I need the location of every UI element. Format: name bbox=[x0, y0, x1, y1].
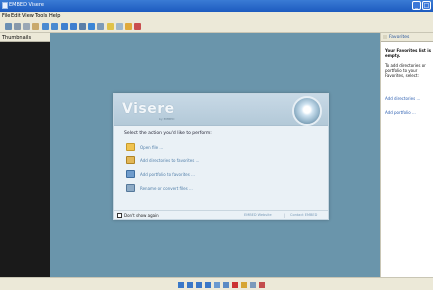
thumbnails-panel: Thumbnails bbox=[0, 33, 50, 277]
delete-icon[interactable] bbox=[232, 282, 238, 288]
play-icon[interactable] bbox=[196, 282, 202, 288]
rename-icon bbox=[126, 184, 135, 192]
add-directories-label: Add directories to favorites ... bbox=[140, 158, 200, 163]
title-bar: EMBED Visere _ □ bbox=[0, 0, 433, 12]
favorites-title: Favorites bbox=[389, 35, 410, 40]
bottom-toolbar bbox=[0, 277, 433, 290]
favorites-empty-body: To add directories or portfolio to your … bbox=[385, 63, 426, 78]
thumbnails-header: Thumbnails bbox=[0, 33, 50, 42]
menu-tools[interactable]: Tools bbox=[35, 13, 47, 19]
portfolio-icon bbox=[126, 170, 135, 178]
contact-link[interactable]: Contact EMBED bbox=[290, 213, 317, 217]
rotate-left-icon[interactable] bbox=[42, 23, 49, 30]
logo-subtitle: by EMBED bbox=[159, 117, 175, 121]
edit-icon[interactable] bbox=[79, 23, 86, 30]
visere-logo: Visere bbox=[122, 101, 175, 117]
export-icon[interactable] bbox=[259, 282, 265, 288]
settings-icon[interactable] bbox=[241, 282, 247, 288]
rotate-icon[interactable] bbox=[223, 282, 229, 288]
prev-icon[interactable] bbox=[187, 282, 193, 288]
menu-view[interactable]: View bbox=[22, 13, 34, 19]
rotate-right-icon[interactable] bbox=[51, 23, 58, 30]
action-prompt: Select the action you'd like to perform: bbox=[124, 131, 212, 136]
app-icon bbox=[2, 2, 8, 9]
fullscreen-icon[interactable] bbox=[97, 23, 104, 30]
dont-show-checkbox[interactable] bbox=[117, 213, 122, 218]
menu-help[interactable]: Help bbox=[49, 13, 60, 19]
copy-icon[interactable] bbox=[23, 23, 30, 30]
favorites-header: Favorites bbox=[381, 33, 433, 42]
menu-file[interactable]: File bbox=[2, 13, 10, 19]
add-directories-link[interactable]: Add directories ... bbox=[385, 96, 420, 101]
toolbar bbox=[0, 20, 433, 33]
maximize-button[interactable]: □ bbox=[422, 1, 431, 10]
folder-icon bbox=[126, 143, 135, 151]
favorites-panel: Favorites Your Favorites list is empty. … bbox=[380, 33, 433, 277]
dialog-footer: Don't show again EMBED Website | Contact… bbox=[114, 210, 328, 220]
add-portfolio-link[interactable]: Add portfolio ... bbox=[385, 110, 416, 115]
cut-icon[interactable] bbox=[14, 23, 21, 30]
menu-bar: File Edit View Tools Help bbox=[0, 12, 433, 20]
minimize-button[interactable]: _ bbox=[412, 1, 421, 10]
info-icon[interactable] bbox=[250, 282, 256, 288]
favorites-empty-title: Your Favorites list is empty. bbox=[385, 48, 431, 58]
zoom-out-icon[interactable] bbox=[116, 23, 123, 30]
paste-icon[interactable] bbox=[32, 23, 39, 30]
open-file-label: Open file ... bbox=[140, 145, 164, 150]
zoom-in-icon[interactable] bbox=[107, 23, 114, 30]
dialog-header: Visere by EMBED bbox=[114, 94, 328, 126]
first-icon[interactable] bbox=[178, 282, 184, 288]
zoom-icon[interactable] bbox=[214, 282, 220, 288]
next-icon[interactable] bbox=[70, 23, 77, 30]
properties-icon[interactable] bbox=[125, 23, 132, 30]
folder-add-icon bbox=[126, 156, 135, 164]
footer-separator: | bbox=[284, 213, 286, 218]
favorite-icon[interactable] bbox=[134, 23, 141, 30]
window-title: EMBED Visere bbox=[9, 2, 44, 8]
welcome-dialog: Visere by EMBED Select the action you'd … bbox=[113, 93, 329, 220]
orb-logo-icon bbox=[292, 96, 322, 126]
next-icon[interactable] bbox=[205, 282, 211, 288]
dont-show-label: Don't show again bbox=[124, 213, 159, 218]
prev-icon[interactable] bbox=[61, 23, 68, 30]
slideshow-icon[interactable] bbox=[88, 23, 95, 30]
rename-convert-label: Rename or convert files ... bbox=[140, 186, 193, 191]
star-icon bbox=[383, 35, 387, 39]
back-icon[interactable] bbox=[5, 23, 12, 30]
menu-edit[interactable]: Edit bbox=[11, 13, 21, 19]
website-link[interactable]: EMBED Website bbox=[244, 213, 272, 217]
add-portfolio-label: Add portfolio to favorites ... bbox=[140, 172, 195, 177]
